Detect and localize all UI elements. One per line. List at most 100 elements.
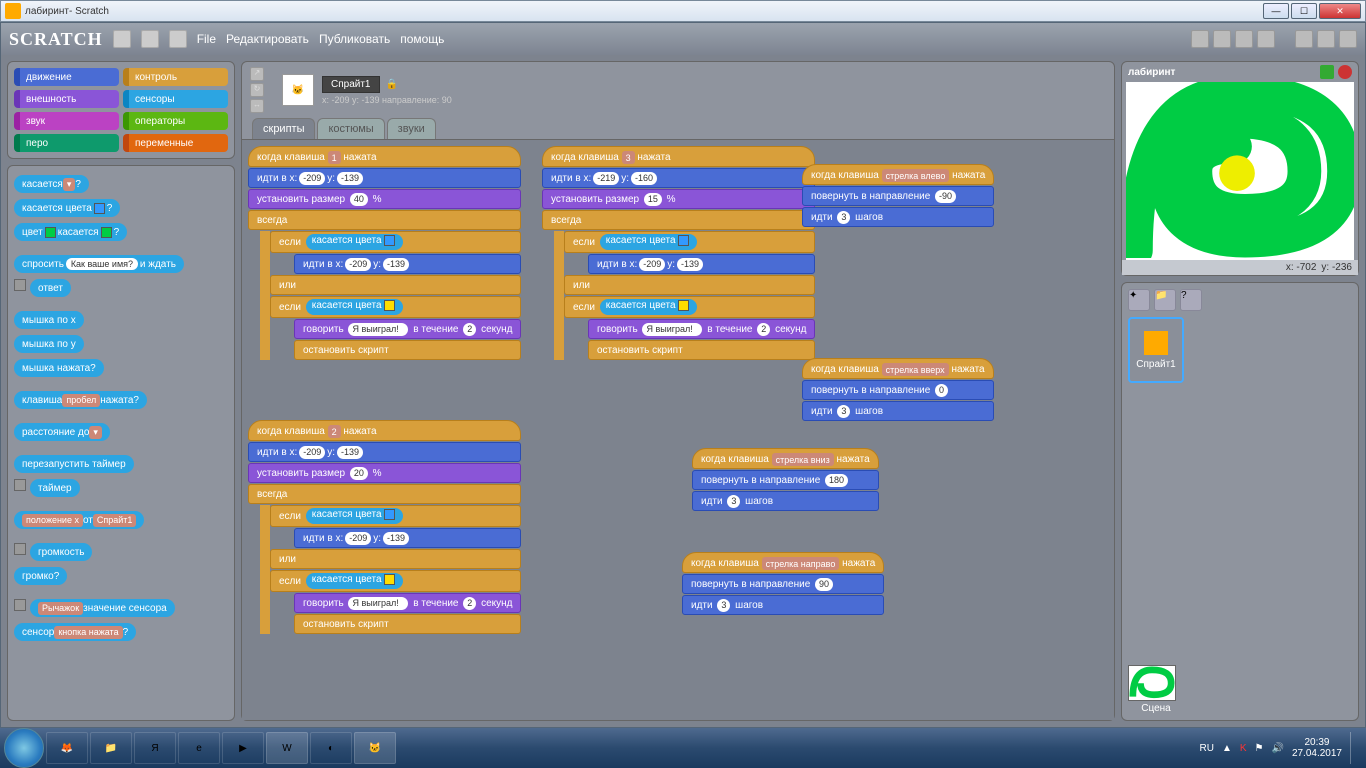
green-flag-icon[interactable] bbox=[1320, 65, 1334, 79]
category-operators[interactable]: операторы bbox=[123, 112, 228, 130]
block-mouse-down[interactable]: мышка нажата? bbox=[14, 359, 104, 377]
stamp-icon[interactable] bbox=[1191, 30, 1209, 48]
sprite-info: x: -209 y: -139 направление: 90 bbox=[322, 95, 452, 105]
rotate-icon[interactable]: ↻ bbox=[250, 83, 264, 97]
category-control[interactable]: контроль bbox=[123, 68, 228, 86]
tray-kaspersky-icon[interactable]: K bbox=[1240, 743, 1247, 754]
block-mouse-x[interactable]: мышка по x bbox=[14, 311, 84, 329]
windows-taskbar: 🦊 📁 Я e ▶ W ◐ 🐱 RU ▲ K ⚑ 🔊 20:39 27.04.2… bbox=[0, 728, 1366, 768]
category-variables[interactable]: переменные bbox=[123, 134, 228, 152]
block-sensor-value[interactable]: Рычажок значение сенсора bbox=[30, 599, 175, 617]
block-reset-timer[interactable]: перезапустить таймер bbox=[14, 455, 134, 473]
taskbar-explorer-icon[interactable]: 📁 bbox=[90, 732, 132, 764]
view-small-icon[interactable] bbox=[1295, 30, 1313, 48]
category-motion[interactable]: движение bbox=[14, 68, 119, 86]
sprite-list-panel: ✦ 📁 ? Спрайт1 Сцена bbox=[1121, 282, 1359, 721]
menu-file[interactable]: File bbox=[197, 32, 216, 46]
block-touching[interactable]: касается ▾ ? bbox=[14, 175, 89, 193]
view-split-icon[interactable] bbox=[1317, 30, 1335, 48]
start-button[interactable] bbox=[4, 728, 44, 768]
scissors-icon[interactable] bbox=[1213, 30, 1231, 48]
window-title: лабиринт- Scratch bbox=[25, 6, 1263, 17]
tab-scripts[interactable]: скрипты bbox=[252, 118, 315, 139]
lock-icon[interactable]: 🔒 bbox=[386, 79, 398, 90]
menu-edit[interactable]: Редактировать bbox=[226, 32, 309, 46]
taskbar-app-icon[interactable]: ◐ bbox=[310, 732, 352, 764]
block-key-pressed[interactable]: клавиша пробел нажата? bbox=[14, 391, 147, 409]
loudness-checkbox[interactable] bbox=[14, 543, 26, 555]
open-icon[interactable] bbox=[169, 30, 187, 48]
paint-sprite-icon[interactable]: ✦ bbox=[1128, 289, 1150, 311]
main-area: движение контроль внешность сенсоры звук… bbox=[1, 55, 1365, 727]
cat-icon bbox=[1144, 331, 1168, 355]
taskbar-word-icon[interactable]: W bbox=[266, 732, 308, 764]
script-canvas[interactable]: когда клавиша 1 нажата идти в x:-209y:-1… bbox=[242, 139, 1114, 720]
block-touching-color[interactable]: касается цвета? bbox=[14, 199, 120, 217]
script-2[interactable]: когда клавиша 2 нажата идти в x:-209y:-1… bbox=[248, 420, 521, 635]
show-desktop-button[interactable] bbox=[1350, 732, 1358, 764]
import-sprite-icon[interactable]: 📁 bbox=[1154, 289, 1176, 311]
block-mouse-y[interactable]: мышка по y bbox=[14, 335, 84, 353]
taskbar-firefox-icon[interactable]: 🦊 bbox=[46, 732, 88, 764]
tray-action-icon[interactable]: ⚑ bbox=[1255, 743, 1264, 754]
tab-sounds[interactable]: звуки bbox=[387, 118, 436, 139]
menu-help[interactable]: помощь bbox=[400, 32, 444, 46]
script-arrow-left[interactable]: когда клавиша стрелка влево нажата повер… bbox=[802, 164, 994, 228]
sensor-checkbox[interactable] bbox=[14, 599, 26, 611]
scratch-app: SCRATCH File Редактировать Публиковать п… bbox=[0, 22, 1366, 728]
script-arrow-down[interactable]: когда клавиша стрелка вниз нажата поверн… bbox=[692, 448, 879, 512]
category-sound[interactable]: звук bbox=[14, 112, 119, 130]
close-button[interactable]: ✕ bbox=[1319, 3, 1361, 19]
stage-list-item[interactable]: Сцена bbox=[1128, 665, 1184, 714]
taskbar-ie-icon[interactable]: e bbox=[178, 732, 220, 764]
flip-icon[interactable]: ↔ bbox=[250, 99, 264, 113]
taskbar-scratch-icon[interactable]: 🐱 bbox=[354, 732, 396, 764]
taskbar-yandex-icon[interactable]: Я bbox=[134, 732, 176, 764]
script-3[interactable]: когда клавиша 3 нажата идти в x:-219y:-1… bbox=[542, 146, 815, 361]
tray-volume-icon[interactable]: 🔊 bbox=[1271, 743, 1283, 754]
tray-clock[interactable]: 20:39 27.04.2017 bbox=[1292, 737, 1342, 759]
timer-checkbox[interactable] bbox=[14, 479, 26, 491]
answer-checkbox[interactable] bbox=[14, 279, 26, 291]
block-ask[interactable]: спросить и ждать bbox=[14, 255, 184, 273]
taskbar-media-icon[interactable]: ▶ bbox=[222, 732, 264, 764]
block-color-touching[interactable]: цветкасается? bbox=[14, 223, 127, 241]
block-loud[interactable]: громко? bbox=[14, 567, 67, 585]
menu-publish[interactable]: Публиковать bbox=[319, 32, 390, 46]
tab-costumes[interactable]: костюмы bbox=[317, 118, 384, 139]
block-sensor-btn[interactable]: сенсор кнопка нажата ? bbox=[14, 623, 136, 641]
category-selector: движение контроль внешность сенсоры звук… bbox=[7, 61, 235, 159]
globe-icon[interactable] bbox=[113, 30, 131, 48]
category-sensing[interactable]: сенсоры bbox=[123, 90, 228, 108]
sprite-list-item[interactable]: Спрайт1 bbox=[1128, 317, 1184, 383]
stage-view[interactable] bbox=[1126, 82, 1354, 260]
stop-icon[interactable] bbox=[1338, 65, 1352, 79]
tray-flag-icon[interactable]: ▲ bbox=[1222, 743, 1232, 754]
block-answer[interactable]: ответ bbox=[30, 279, 71, 297]
save-icon[interactable] bbox=[141, 30, 159, 48]
sprite-header: ↗ ↻ ↔ 🐱 Спрайт1 🔒 x: -209 y: -139 направ… bbox=[242, 62, 1114, 118]
right-column: лабиринт x: -702 y: -236 ✦ 📁 bbox=[1121, 61, 1359, 721]
category-looks[interactable]: внешность bbox=[14, 90, 119, 108]
expand-icon[interactable]: ↗ bbox=[250, 67, 264, 81]
script-arrow-up[interactable]: когда клавиша стрелка вверх нажата повер… bbox=[802, 358, 994, 422]
maximize-button[interactable]: ☐ bbox=[1291, 3, 1317, 19]
view-present-icon[interactable] bbox=[1339, 30, 1357, 48]
menubar-tools bbox=[1191, 30, 1357, 48]
tabs: скрипты костюмы звуки bbox=[242, 118, 1114, 139]
script-1[interactable]: когда клавиша 1 нажата идти в x:-209y:-1… bbox=[248, 146, 521, 361]
minimize-button[interactable]: — bbox=[1263, 3, 1289, 19]
grow-icon[interactable] bbox=[1235, 30, 1253, 48]
block-property-of[interactable]: положение x от Спрайт1 bbox=[14, 511, 144, 529]
shrink-icon[interactable] bbox=[1257, 30, 1275, 48]
sprite-name-field[interactable]: Спрайт1 bbox=[322, 76, 380, 93]
system-tray: RU ▲ K ⚑ 🔊 20:39 27.04.2017 bbox=[1199, 732, 1362, 764]
block-timer[interactable]: таймер bbox=[30, 479, 80, 497]
sprite-item-label: Спрайт1 bbox=[1136, 359, 1176, 370]
block-loudness[interactable]: громкость bbox=[30, 543, 92, 561]
block-distance[interactable]: расстояние до ▾ bbox=[14, 423, 110, 441]
surprise-sprite-icon[interactable]: ? bbox=[1180, 289, 1202, 311]
tray-lang[interactable]: RU bbox=[1199, 743, 1213, 754]
script-arrow-right[interactable]: когда клавиша стрелка направо нажата пов… bbox=[682, 552, 884, 616]
category-pen[interactable]: перо bbox=[14, 134, 119, 152]
